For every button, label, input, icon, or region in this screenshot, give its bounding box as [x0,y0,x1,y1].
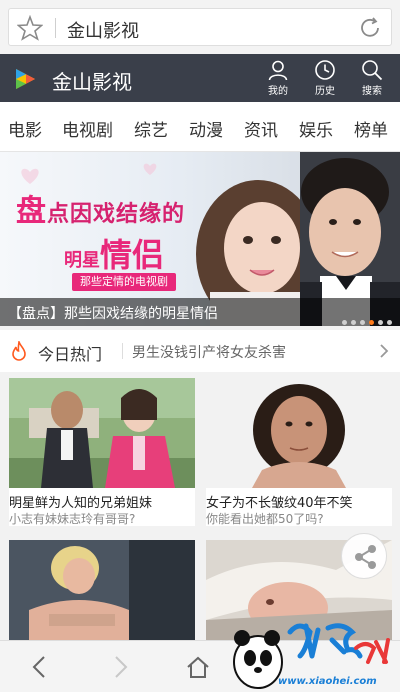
banner-headline-line1: 盘点因戏结缘的 [16,186,185,230]
star-icon[interactable] [17,15,43,41]
category-tab[interactable]: 综艺 [134,116,168,141]
video-card[interactable] [9,540,195,640]
header-button-history[interactable]: 历史 [305,59,345,99]
banner-headline-char: 盘 [16,194,47,229]
hot-divider [122,343,123,359]
app-header: 金山影视 我的 历史 搜索 [0,54,400,102]
card-subtitle: 你能看出她都50了吗? [206,512,324,526]
banner-headline-text: 点因戏结缘的 [47,202,186,227]
category-tab[interactable]: 电影 [8,116,42,141]
card-title: 明星鲜为人知的兄弟姐妹 [9,496,153,511]
header-button-mine[interactable]: 我的 [258,59,298,99]
video-card[interactable]: 明星鲜为人知的兄弟姐妹 小志有妹妹志玲有哥哥? [9,378,195,526]
banner-headline-emphasis: 情侣 [100,236,165,274]
chevron-right-icon[interactable] [378,343,390,359]
hot-title: 今日热门 [38,345,103,364]
app-page: 金山影视 金山影视 我的 历史 搜索 电影 电视剧 综艺 动漫 资讯 娱乐 榜单… [0,0,400,692]
address-divider [55,18,56,38]
forward-icon[interactable] [108,655,132,679]
banner-headline-prefix: 明星 [64,250,100,271]
back-icon[interactable] [28,655,52,679]
banner-tag: 那些定情的电视剧 [72,273,176,291]
app-logo-icon [16,69,35,89]
banner-pagination[interactable] [338,310,392,325]
banner-caption-bar: 【盘点】那些因戏结缘的明星情侣 [0,298,400,326]
pagination-dot[interactable] [378,320,383,325]
header-button-search[interactable]: 搜索 [352,59,392,99]
hot-today-bar[interactable]: 今日热门 男生没钱引产将女友杀害 [0,330,400,372]
person-icon [268,60,288,81]
card-title: 女子为不长皱纹40年不笑 [206,496,353,511]
header-button-label: 历史 [315,86,335,97]
watermark-url: www.xiaohei.com [278,676,377,687]
banner-headline-line2: 明星情侣 [64,230,164,276]
category-tab[interactable]: 榜单 [354,116,388,141]
pagination-dot[interactable] [360,320,365,325]
pagination-dot-active[interactable] [369,320,374,325]
video-card[interactable]: 女子为不长皱纹40年不笑 你能看出她都50了吗? [206,378,392,526]
category-tab[interactable]: 娱乐 [299,116,333,141]
reload-icon[interactable] [357,15,383,41]
card-subtitle: 小志有妹妹志玲有哥哥? [9,512,136,526]
header-button-label: 我的 [268,86,288,97]
card-thumbnail [9,378,195,488]
card-thumbnail [9,540,195,640]
browser-address-bar: 金山影视 [0,0,400,54]
clock-icon [315,60,335,80]
app-title: 金山影视 [52,70,132,94]
category-tab[interactable]: 动漫 [189,116,223,141]
share-icon [355,545,376,569]
category-tab[interactable]: 电视剧 [62,116,113,141]
category-nav: 电影 电视剧 综艺 动漫 资讯 娱乐 榜单 [0,102,400,152]
featured-banner[interactable]: 盘点因戏结缘的 明星情侣 那些定情的电视剧 【盘点】那些因戏结缘的明星情侣 [0,152,400,326]
address-title[interactable]: 金山影视 [67,17,139,43]
flame-icon [12,341,26,361]
hot-headline[interactable]: 男生没钱引产将女友杀害 [132,342,286,362]
banner-caption: 【盘点】那些因戏结缘的明星情侣 [8,306,218,322]
address-field[interactable]: 金山影视 [8,8,392,46]
category-tab[interactable]: 资讯 [244,116,278,141]
pagination-dot[interactable] [342,320,347,325]
header-button-label: 搜索 [362,86,382,97]
share-button[interactable] [341,533,387,579]
home-icon[interactable] [186,655,210,679]
pagination-dot[interactable] [351,320,356,325]
pagination-dot[interactable] [387,320,392,325]
card-thumbnail [206,378,392,488]
search-icon [362,60,383,81]
